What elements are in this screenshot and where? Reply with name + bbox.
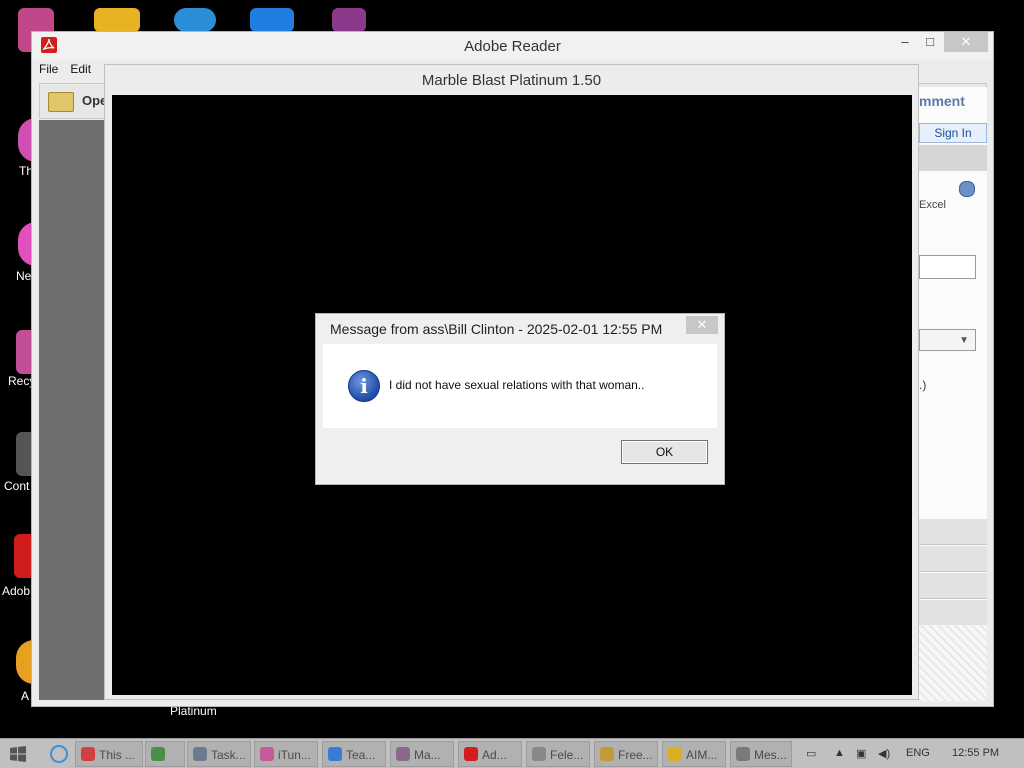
info-icon: i [348, 370, 380, 402]
marble-blast-title[interactable]: Marble Blast Platinum 1.50 [105, 72, 918, 89]
taskbar-app-icon [668, 747, 682, 761]
pane-hatch-area [919, 625, 987, 701]
desktop-icon-top-2[interactable] [94, 8, 140, 32]
taskbar-app-icon [464, 747, 478, 761]
taskbar-item[interactable]: Ad... [458, 741, 522, 767]
taskbar-item-label: Fele... [550, 748, 584, 762]
tray-network-icon[interactable]: ▣ [856, 747, 866, 760]
taskbar-item-label: AIM... [686, 748, 718, 762]
tray-volume-icon[interactable]: ◀) [878, 747, 890, 760]
ok-button[interactable]: OK [621, 440, 708, 464]
desktop-icon-5-label: Adob [2, 584, 31, 598]
taskbar-item[interactable]: Mes... [730, 741, 792, 767]
taskbar-app-icon [736, 747, 750, 761]
taskbar-app-icon [396, 747, 410, 761]
chevron-down-icon: ▼ [959, 335, 969, 346]
sign-in-button[interactable]: Sign In [919, 123, 987, 143]
clock[interactable]: 12:55 PM [952, 747, 999, 759]
pane-section-1[interactable] [919, 519, 987, 545]
menu-edit[interactable]: Edit [70, 62, 91, 76]
menu-file[interactable]: File [39, 62, 58, 76]
pane-dropdown[interactable]: ▼ [919, 329, 976, 351]
pane-section-4[interactable] [919, 600, 987, 626]
dialog-body: i I did not have sexual relations with t… [323, 344, 717, 428]
desktop-icon-top-3[interactable] [174, 8, 216, 32]
taskbar-item-label: Ma... [414, 748, 441, 762]
desktop-icon-top-4[interactable] [250, 8, 294, 32]
taskbar-item-label: Tea... [346, 748, 376, 762]
reader-menubar: File Edit [39, 62, 103, 82]
excel-label: Excel [919, 199, 946, 211]
tray-arrow-icon[interactable]: ▲ [834, 747, 845, 759]
tray-flag-icon[interactable]: ▭ [806, 747, 816, 760]
pane-section-2[interactable] [919, 546, 987, 572]
taskbar-item-label: Free... [618, 748, 653, 762]
taskbar-item-label: Ad... [482, 748, 507, 762]
taskbar-app-icon [328, 747, 342, 761]
reader-right-pane: mment Sign In Excel ▼ .) [918, 87, 987, 701]
taskbar-item[interactable] [145, 741, 185, 767]
reader-close-button[interactable]: ✕ [944, 32, 988, 52]
taskbar-item[interactable]: iTun... [254, 741, 318, 767]
taskbar-app-icon [151, 747, 165, 761]
taskbar-app-icon [260, 747, 274, 761]
reader-left-pane [39, 120, 105, 700]
folder-open-icon[interactable] [48, 92, 74, 112]
dialog-title: Message from ass\Bill Clinton - 2025-02-… [330, 321, 663, 337]
taskbar-item[interactable]: Fele... [526, 741, 590, 767]
taskbar-app-icon [81, 747, 95, 761]
taskbar-item-label: Task... [211, 748, 246, 762]
ie-icon[interactable] [50, 745, 68, 763]
taskbar: This ... Task... iTun... Tea... Ma... Ad... Fe… [0, 738, 1024, 768]
reader-title: Adobe Reader [464, 38, 561, 55]
windows-start-icon[interactable] [10, 746, 26, 762]
dialog-close-button[interactable]: ✕ [686, 316, 718, 334]
desktop-icon-2-label: Ne [16, 269, 32, 283]
pane-section-3[interactable] [919, 573, 987, 599]
reader-titlebar[interactable]: Adobe Reader – □ ✕ [32, 32, 993, 60]
pane-text-input[interactable] [919, 255, 976, 279]
export-excel-icon[interactable] [959, 181, 975, 197]
taskbar-item[interactable]: Task... [187, 741, 251, 767]
language-indicator[interactable]: ENG [906, 747, 930, 759]
taskbar-item-label: This ... [99, 748, 136, 762]
taskbar-item[interactable]: Free... [594, 741, 658, 767]
maximize-button[interactable]: □ [914, 32, 946, 52]
taskbar-item-label: iTun... [278, 748, 311, 762]
desktop-icon-4-label: Cont [4, 479, 30, 493]
taskbar-item[interactable]: This ... [75, 741, 143, 767]
dialog-message: I did not have sexual relations with tha… [389, 378, 645, 392]
desktop-icon-6-label: A [21, 689, 30, 703]
taskbar-item[interactable]: AIM... [662, 741, 726, 767]
taskbar-app-icon [532, 747, 546, 761]
pane-partial-text: .) [919, 378, 927, 392]
pane-header-strip [919, 145, 987, 171]
comment-tab[interactable]: mment [919, 93, 965, 109]
taskbar-item[interactable]: Ma... [390, 741, 454, 767]
taskbar-item[interactable]: Tea... [322, 741, 386, 767]
taskbar-app-icon [600, 747, 614, 761]
message-dialog: Message from ass\Bill Clinton - 2025-02-… [315, 313, 725, 485]
desktop-icon-top-5[interactable] [332, 8, 366, 32]
taskbar-app-icon [193, 747, 207, 761]
taskbar-item-label: Mes... [754, 748, 787, 762]
